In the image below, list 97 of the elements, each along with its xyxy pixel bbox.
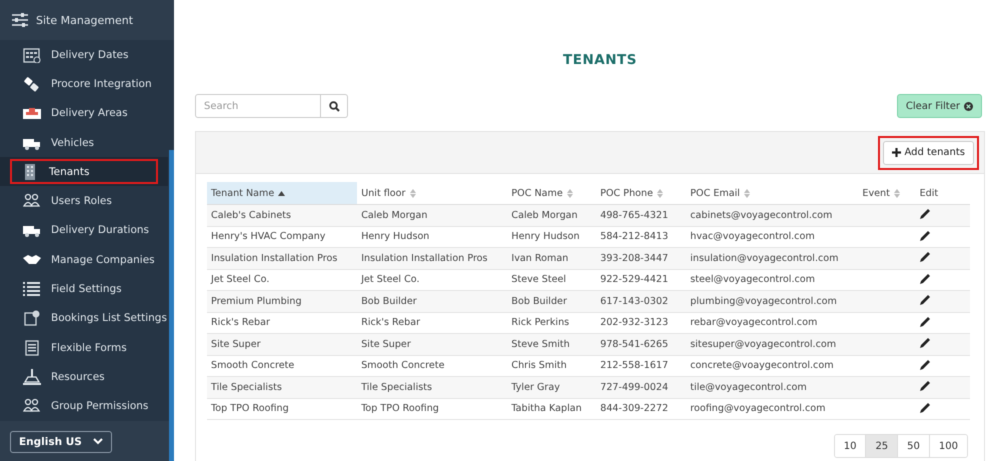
table-cell: Chris Smith: [511, 360, 567, 372]
table-cell: Rick Perkins: [511, 317, 570, 328]
table-cell: Smooth Concrete: [211, 360, 294, 372]
table-cell: Steve Steel: [511, 274, 566, 286]
pencil-icon[interactable]: [920, 402, 931, 413]
table-cell: 498-765-4321: [600, 210, 668, 221]
search-icon: [328, 100, 340, 112]
page-size-button[interactable]: 25: [865, 435, 898, 457]
table-cell: insulation@voyagecontrol.com: [690, 252, 838, 264]
table-cell: Tile Specialists: [361, 382, 432, 393]
document-icon: [23, 310, 41, 326]
sidebar-item[interactable]: Procore Integration: [0, 69, 168, 99]
table-cell: Insulation Installation Pros: [211, 252, 338, 264]
table-cell: Tyler Gray: [511, 382, 560, 393]
table-cell: Henry's HVAC Company: [211, 231, 326, 242]
table-cell: hvac@voyagecontrol.com: [690, 231, 815, 242]
page-title: TENANTS: [562, 52, 638, 68]
sidebar-item[interactable]: Delivery Areas: [0, 98, 168, 128]
sidebar-item[interactable]: Group Permissions: [0, 392, 168, 421]
pencil-icon[interactable]: [920, 380, 931, 392]
table-cell: Jet Steel Co.: [211, 274, 270, 286]
pencil-icon[interactable]: [920, 230, 931, 241]
table-cell: steel@voyagecontrol.com: [690, 274, 815, 286]
table-cell: Insulation Installation Pros: [361, 252, 488, 264]
table-cell: plumbing@voyagecontrol.com: [690, 296, 837, 307]
pencil-icon[interactable]: [920, 316, 931, 327]
table-cell: 212-558-1617: [600, 360, 668, 372]
table-cell: tile@voyagecontrol.com: [690, 382, 807, 393]
table-cell: Rick's Rebar: [361, 317, 420, 328]
table-cell: Premium Plumbing: [211, 296, 302, 307]
clear-filter-button[interactable]: Clear Filter: [896, 94, 982, 118]
sidebar-item[interactable]: Delivery Durations: [0, 216, 168, 246]
pencil-icon[interactable]: [920, 251, 931, 262]
sidebar-item[interactable]: Tenants: [0, 157, 168, 186]
scrollbar[interactable]: [169, 150, 174, 461]
table-cell: Ivan Roman: [511, 252, 568, 264]
table-cell: 978-541-6265: [600, 338, 668, 350]
table-cell: Site Super: [211, 338, 261, 350]
table-cell: Rick's Rebar: [211, 317, 270, 328]
people-icon: [23, 193, 41, 210]
people-icon: [23, 398, 41, 414]
table-cell: 202-932-3123: [600, 317, 668, 328]
plus-icon: [892, 148, 902, 157]
table-cell: Henry Hudson: [361, 231, 430, 242]
pencil-icon[interactable]: [920, 272, 931, 284]
calendar-icon: [23, 46, 41, 63]
table-cell: 393-208-3447: [600, 252, 668, 264]
sidebar-item[interactable]: Delivery Dates: [0, 40, 168, 70]
sidebar-item[interactable]: Vehicles: [0, 128, 168, 158]
page-size-button[interactable]: 100: [928, 435, 967, 457]
sidebar-item[interactable]: Bookings List Settings: [0, 304, 168, 333]
table-cell: Top TPO Roofing: [211, 403, 289, 414]
add-tenants-button[interactable]: Add tenants: [883, 140, 974, 164]
search-button[interactable]: [321, 94, 348, 118]
table-cell: Caleb Morgan: [361, 210, 428, 221]
table-cell: 727-499-0024: [600, 382, 668, 393]
chevron-down-icon: [93, 438, 103, 446]
sign-icon: [23, 105, 41, 122]
table-cell: Top TPO Roofing: [361, 403, 439, 414]
sidebar-item[interactable]: Flexible Forms: [0, 332, 168, 362]
pencil-icon[interactable]: [920, 294, 931, 306]
table-cell: Site Super: [361, 338, 411, 350]
table-cell: sitesuper@voyagecontrol.com: [690, 338, 836, 350]
sidebar-item[interactable]: Users Roles: [0, 186, 168, 216]
table-cell: Smooth Concrete: [361, 360, 444, 372]
table-cell: roofing@voyagecontrol.com: [690, 403, 826, 414]
table-cell: 584-212-8413: [600, 231, 668, 242]
table-cell: 617-143-0302: [600, 296, 668, 307]
pencil-icon[interactable]: [920, 208, 931, 220]
table-cell: Tabitha Kaplan: [511, 403, 582, 414]
table-cell: 922-529-4421: [600, 274, 668, 286]
pencil-icon[interactable]: [920, 358, 931, 370]
table-cell: Steve Smith: [511, 338, 570, 350]
language-select[interactable]: English US: [10, 430, 112, 453]
sliders-icon: [12, 13, 28, 27]
column-header[interactable]: Tenant Name: [207, 182, 358, 204]
search-field[interactable]: Search: [195, 94, 321, 118]
list-icon: [23, 281, 41, 298]
sidebar-item[interactable]: Field Settings: [0, 274, 168, 304]
table-cell: Henry Hudson: [511, 231, 580, 242]
table-cell: concrete@voaygecontrol.com: [690, 360, 834, 372]
table-cell: rebar@voyagecontrol.com: [690, 317, 818, 328]
close-icon: [964, 102, 973, 110]
table-cell: Bob Builder: [361, 296, 417, 307]
pencil-icon[interactable]: [920, 337, 931, 348]
table-cell: 844-309-2272: [600, 403, 668, 414]
crane-hook-icon: [23, 368, 41, 385]
sidebar-item[interactable]: Resources: [0, 362, 168, 392]
table-cell: Caleb Morgan: [511, 210, 578, 221]
table-cell: Caleb's Cabinets: [211, 210, 291, 221]
table-cell: cabinets@voyagecontrol.com: [690, 210, 832, 221]
form-icon: [23, 340, 41, 356]
sidebar-item[interactable]: Manage Companies: [0, 245, 168, 274]
table-cell: Jet Steel Co.: [361, 274, 420, 286]
table-cell: Bob Builder: [511, 296, 567, 307]
section-title: Site Management: [36, 14, 134, 26]
table-cell: Tile Specialists: [211, 382, 282, 393]
